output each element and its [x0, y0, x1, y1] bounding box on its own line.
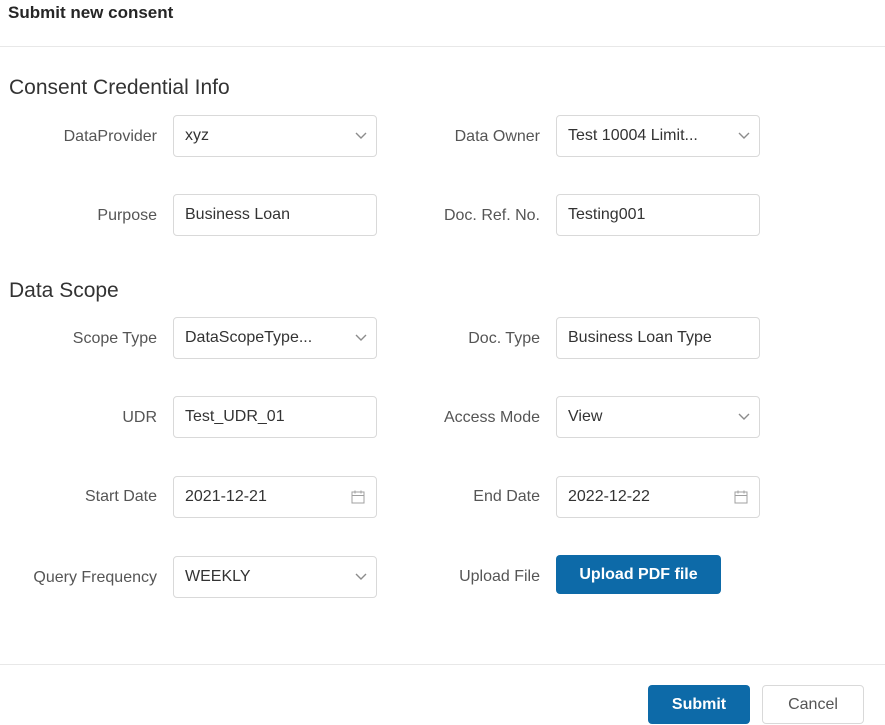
chevron-down-icon — [729, 132, 759, 140]
chevron-down-icon — [346, 132, 376, 140]
data-owner-label: Data Owner — [454, 128, 540, 145]
dialog-footer: Submit Cancel — [0, 664, 885, 725]
start-date-label: Start Date — [84, 488, 157, 505]
udr-input[interactable]: Test_UDR_01 — [173, 396, 377, 438]
doc-type-value: Business Loan Type — [568, 329, 712, 346]
end-date-label: End Date — [473, 488, 540, 505]
upload-pdf-button[interactable]: Upload PDF file — [556, 555, 721, 594]
chevron-down-icon — [346, 573, 376, 581]
purpose-value: Business Loan — [185, 206, 290, 223]
upload-file-label: Upload File — [459, 568, 540, 585]
cancel-button[interactable]: Cancel — [762, 685, 864, 724]
doc-ref-no-label: Doc. Ref. No. — [443, 207, 540, 224]
query-frequency-label: Query Frequency — [33, 569, 157, 586]
chevron-down-icon — [729, 413, 759, 421]
access-mode-label: Access Mode — [443, 409, 540, 426]
section-title-scope: Data Scope — [9, 279, 119, 302]
doc-ref-no-value: Testing001 — [568, 206, 646, 223]
start-date-value: 2021-12-21 — [185, 488, 267, 505]
scope-type-label: Scope Type — [72, 330, 157, 347]
doc-ref-no-input[interactable]: Testing001 — [556, 194, 760, 236]
calendar-icon — [340, 490, 376, 504]
query-frequency-value: WEEKLY — [185, 568, 251, 585]
data-provider-value: xyz — [185, 127, 209, 144]
purpose-input[interactable]: Business Loan — [173, 194, 377, 236]
dialog-header: Submit new consent — [0, 0, 885, 47]
data-owner-value: Test 10004 Limit... — [568, 127, 698, 144]
access-mode-value: View — [568, 408, 603, 425]
data-owner-select[interactable]: Test 10004 Limit... — [556, 115, 760, 157]
submit-consent-dialog: Submit new consent Consent Credential In… — [0, 0, 885, 724]
chevron-down-icon — [346, 334, 376, 342]
end-date-value: 2022-12-22 — [568, 488, 650, 505]
query-frequency-select[interactable]: WEEKLY — [173, 556, 377, 598]
udr-label: UDR — [122, 409, 157, 426]
dialog-title: Submit new consent — [8, 3, 174, 22]
doc-type-input[interactable]: Business Loan Type — [556, 317, 760, 359]
data-provider-label: DataProvider — [63, 128, 157, 145]
data-provider-select[interactable]: xyz — [173, 115, 377, 157]
udr-value: Test_UDR_01 — [185, 408, 285, 425]
access-mode-select[interactable]: View — [556, 396, 760, 438]
doc-type-label: Doc. Type — [468, 330, 540, 347]
submit-button[interactable]: Submit — [648, 685, 750, 724]
scope-type-select[interactable]: DataScopeType... — [173, 317, 377, 359]
start-date-picker[interactable]: 2021-12-21 — [173, 476, 377, 518]
purpose-label: Purpose — [97, 207, 157, 224]
scope-type-value: DataScopeType... — [185, 329, 313, 346]
end-date-picker[interactable]: 2022-12-22 — [556, 476, 760, 518]
calendar-icon — [723, 490, 759, 504]
section-title-credential: Consent Credential Info — [9, 76, 230, 99]
